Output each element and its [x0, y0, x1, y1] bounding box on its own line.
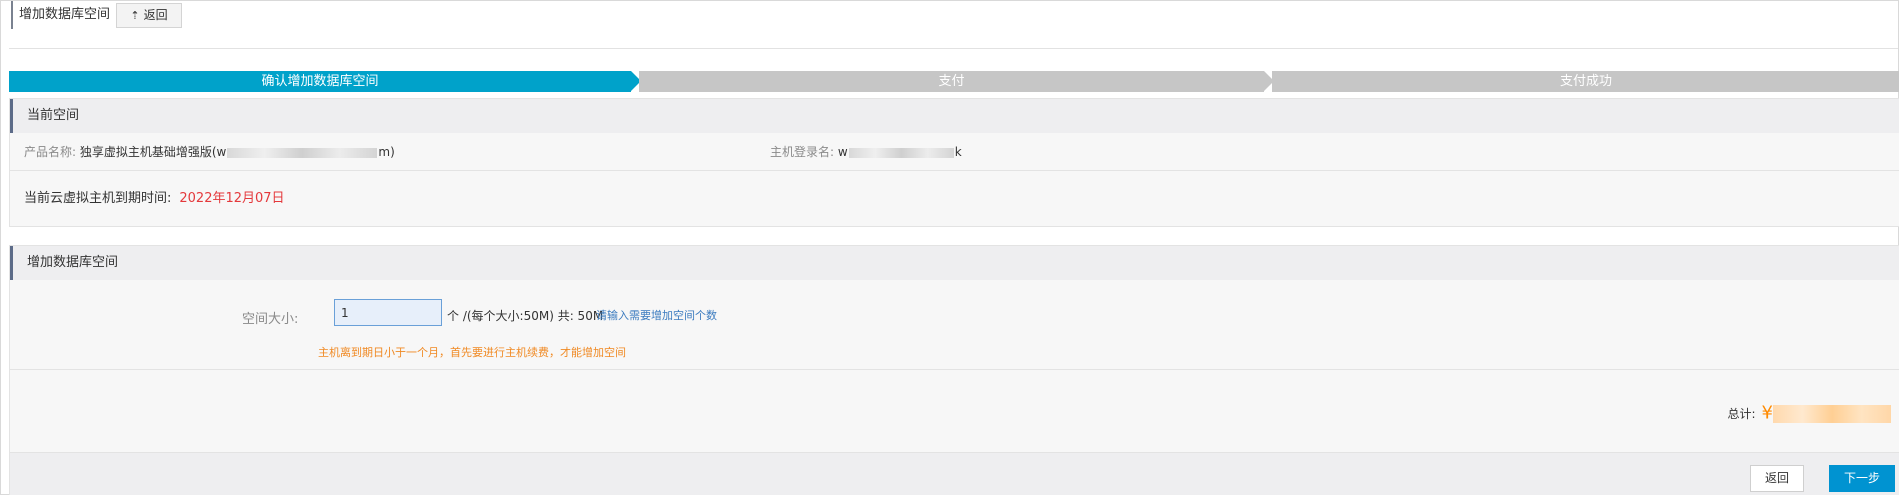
redacted-amount — [1773, 404, 1891, 423]
progress-steps: 确认增加数据库空间 支付 支付成功 — [9, 71, 1899, 92]
top-back-label: 返回 — [143, 8, 168, 22]
product-name: 产品名称: 独享虚拟主机基础增强版(w m) — [24, 133, 395, 171]
step-confirm: 确认增加数据库空间 — [9, 71, 631, 92]
redacted-text — [848, 147, 954, 158]
host-login-suffix: k — [954, 145, 962, 159]
step-success: 支付成功 — [1272, 71, 1899, 92]
host-login-value: wk — [838, 145, 962, 159]
expire-info: 当前云虚拟主机到期时间: 2022年12月07日 — [24, 187, 285, 206]
total-price: 总计: ¥ — [1727, 401, 1891, 425]
action-footer: 返回 下一步 — [10, 452, 1899, 495]
top-back-button[interactable]: ⇡ 返回 — [116, 3, 182, 28]
space-unit-text: 个 /(每个大小:50M) 共: 50M — [447, 309, 604, 323]
renewal-warning: 主机离到期日小于一个月，首先要进行主机续费，才能增加空间 — [318, 346, 626, 359]
host-info-row: 产品名称: 独享虚拟主机基础增强版(w m) 主机登录名: wk — [10, 133, 1899, 171]
host-login-prefix: w — [837, 145, 848, 159]
host-login: 主机登录名: wk — [770, 133, 962, 171]
product-name-prefix: 独享虚拟主机基础增强版(w — [79, 145, 227, 159]
space-hint: 请输入需要增加空间个数 — [596, 309, 717, 322]
space-size-label: 空间大小: — [242, 312, 299, 327]
expire-label: 当前云虚拟主机到期时间: — [24, 191, 172, 206]
back-arrow-icon: ⇡ — [130, 9, 140, 22]
next-step-button[interactable]: 下一步 — [1829, 465, 1895, 492]
back-button[interactable]: 返回 — [1750, 465, 1804, 492]
space-size-input[interactable] — [334, 299, 442, 326]
host-login-label: 主机登录名: — [770, 145, 835, 159]
currency-symbol: ¥ — [1761, 402, 1773, 424]
redacted-text — [227, 147, 378, 158]
product-name-suffix: m) — [378, 145, 395, 159]
divider — [10, 369, 1899, 370]
divider — [9, 48, 1898, 49]
product-name-value: 独享虚拟主机基础增强版(w m) — [80, 145, 395, 159]
add-space-header: 增加数据库空间 — [10, 246, 1899, 280]
current-space-panel: 当前空间 产品名称: 独享虚拟主机基础增强版(w m) 主机登录名: wk 当前云… — [9, 98, 1899, 227]
add-space-panel: 增加数据库空间 空间大小: 个 /(每个大小:50M) 共: 50M 请输入需要… — [9, 245, 1899, 495]
page-title: 增加数据库空间 — [11, 1, 110, 29]
expire-date: 2022年12月07日 — [179, 191, 285, 206]
product-name-label: 产品名称: — [24, 145, 77, 159]
top-tab-bar: 增加数据库空间 ⇡ 返回 — [1, 1, 1899, 31]
page-frame: 增加数据库空间 ⇡ 返回 确认增加数据库空间 支付 支付成功 当前空间 产品名称:… — [0, 0, 1899, 495]
step-pay: 支付 — [639, 71, 1264, 92]
current-space-header: 当前空间 — [10, 99, 1899, 133]
total-label: 总计: — [1727, 406, 1756, 421]
